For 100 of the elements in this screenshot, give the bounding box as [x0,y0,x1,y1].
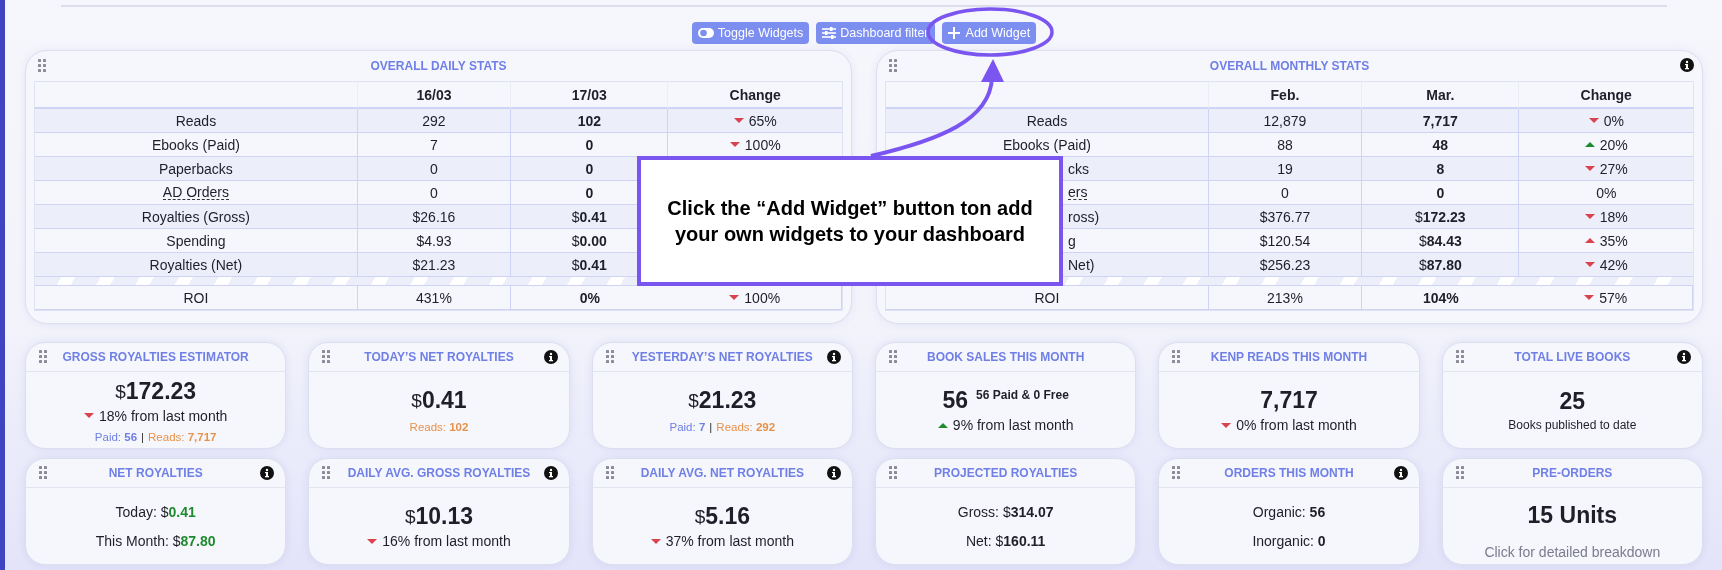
amount-note: 56 Paid & 0 Free [976,388,1069,402]
widget-title: GROSS ROYALTIES ESTIMATOR [62,350,249,364]
change-text: 18% from last month [98,407,228,424]
drag-handle-icon[interactable] [38,59,46,72]
change-text: 16% from last month [382,533,511,549]
row-label: cks [1068,160,1089,177]
row-label: Reads [1026,112,1068,129]
row-label: Spending [166,232,226,249]
row-label: g [1068,232,1076,249]
widget-title: DAILY AVG. GROSS ROYALTIES [347,466,531,480]
info-icon[interactable] [1680,58,1694,72]
drag-handle-icon[interactable] [605,350,614,363]
stat-line: Gross: $314.07 [957,503,1054,520]
card-title: OVERALL DAILY STATS [370,59,507,73]
drag-handle-icon[interactable] [889,466,897,479]
toolbar-button[interactable]: Dashboard filter [816,22,935,44]
change-text: 0% from last month [1236,417,1357,433]
stat-line: Organic: 56 [1252,503,1326,520]
info-icon[interactable] [260,466,275,480]
drag-handle-icon[interactable] [322,466,331,479]
row-label: Royalties (Net) [149,256,243,273]
change-value: 0% [1596,184,1617,201]
row-label: Royalties (Gross) [141,208,250,225]
change-text: 37% from last month [665,533,794,549]
widget-title: TODAY’S NET ROYALTIES [364,350,514,364]
row-label: ross) [1068,208,1100,225]
row-label: Net) [1068,256,1095,273]
amount-value: $0.41 [411,387,467,414]
footer-stat: Reads: 7,717 [148,430,217,443]
table-cell: 102 [511,109,669,133]
info-icon[interactable] [1677,350,1691,364]
info-icon[interactable] [827,350,841,364]
widget-title: BOOK SALES THIS MONTH [927,350,1085,364]
change-value: 42% [1599,256,1628,273]
drag-handle-icon[interactable] [1172,350,1181,363]
info-icon[interactable] [543,466,558,480]
change-value: 20% [1599,136,1628,153]
table-cell: $26.16 [357,205,512,229]
toolbar-button[interactable]: Add Widget [941,22,1037,44]
toggle-icon [697,27,714,39]
drag-handle-icon[interactable] [889,59,897,72]
row-label: Ebooks (Paid) [1002,136,1091,153]
toolbar-button[interactable]: Toggle Widgets [691,22,810,44]
amount-value: 56 [942,387,969,414]
row-label: Paperbacks [158,160,233,177]
stat-line: Inorganic: 0 [1252,532,1326,549]
change-value: 18% [1599,208,1628,225]
drag-handle-icon[interactable] [39,350,47,363]
info-icon[interactable] [827,466,841,480]
footer-stat: Reads: 292 [716,421,776,433]
table-cell: 104% [1362,286,1520,310]
table-cell: 292 [357,109,512,133]
widget-title: PRE-ORDERS [1532,466,1613,480]
row-label: ROI [1034,289,1060,306]
change-value: 35% [1599,232,1628,249]
amount-value: $172.23 [115,377,197,405]
table-cell: $21.23 [357,253,512,277]
drag-handle-icon[interactable] [1172,466,1181,479]
row-label: ROI [183,289,209,306]
table-cell: $172.23 [1362,205,1520,229]
breakdown-link[interactable]: Click for detailed breakdown [1484,544,1661,560]
widget-title: ORDERS THIS MONTH [1224,466,1354,480]
change-value: 65% [748,112,777,129]
table-cell: $87.80 [1362,253,1520,277]
change-value: 57% [1599,289,1628,306]
change-text: 9% from last month [952,417,1074,433]
change-value: 100% [744,136,781,153]
drag-handle-icon[interactable] [1455,350,1464,363]
plus-icon [947,27,962,39]
info-icon[interactable] [1393,466,1408,480]
drag-handle-icon[interactable] [322,350,331,363]
info-icon[interactable] [543,350,558,364]
table-cell: 19 [1208,157,1363,181]
stat-line: Net: $160.11 [965,532,1046,549]
separator: | [709,421,713,433]
stat-line: This Month: $87.80 [95,532,216,549]
widget-title: YESTERDAY’S NET ROYALTIES [631,350,813,364]
table-cell: 213% [1208,286,1363,310]
row-label: Reads [175,112,217,129]
change-value: 100% [744,289,781,306]
card-title: OVERALL MONTHLY STATS [1209,59,1370,73]
footer-stat: Paid: 56 [94,430,138,443]
amount-value: 15 Units [1527,502,1618,529]
widget-title: DAILY AVG. NET ROYALTIES [640,466,804,480]
amount-value: $10.13 [404,503,474,530]
widget-title: NET ROYALTIES [108,466,203,480]
change-value: 0% [1603,112,1624,129]
table-cell: 7,717 [1362,109,1520,133]
widget-title: KENP READS THIS MONTH [1210,350,1368,364]
drag-handle-icon[interactable] [889,350,897,363]
change-value: 27% [1599,160,1628,177]
drag-handle-icon[interactable] [1455,466,1464,479]
table-cell: $256.23 [1208,253,1363,277]
separator: | [141,430,145,443]
table-cell: 0 [357,157,512,181]
drag-handle-icon[interactable] [605,466,614,479]
drag-handle-icon[interactable] [39,466,47,479]
callout-text: Click the “Add Widget” button ton add your own widgets to your dashboard [666,196,1034,247]
sliders-icon [822,27,837,39]
amount-value: $5.16 [694,503,750,530]
